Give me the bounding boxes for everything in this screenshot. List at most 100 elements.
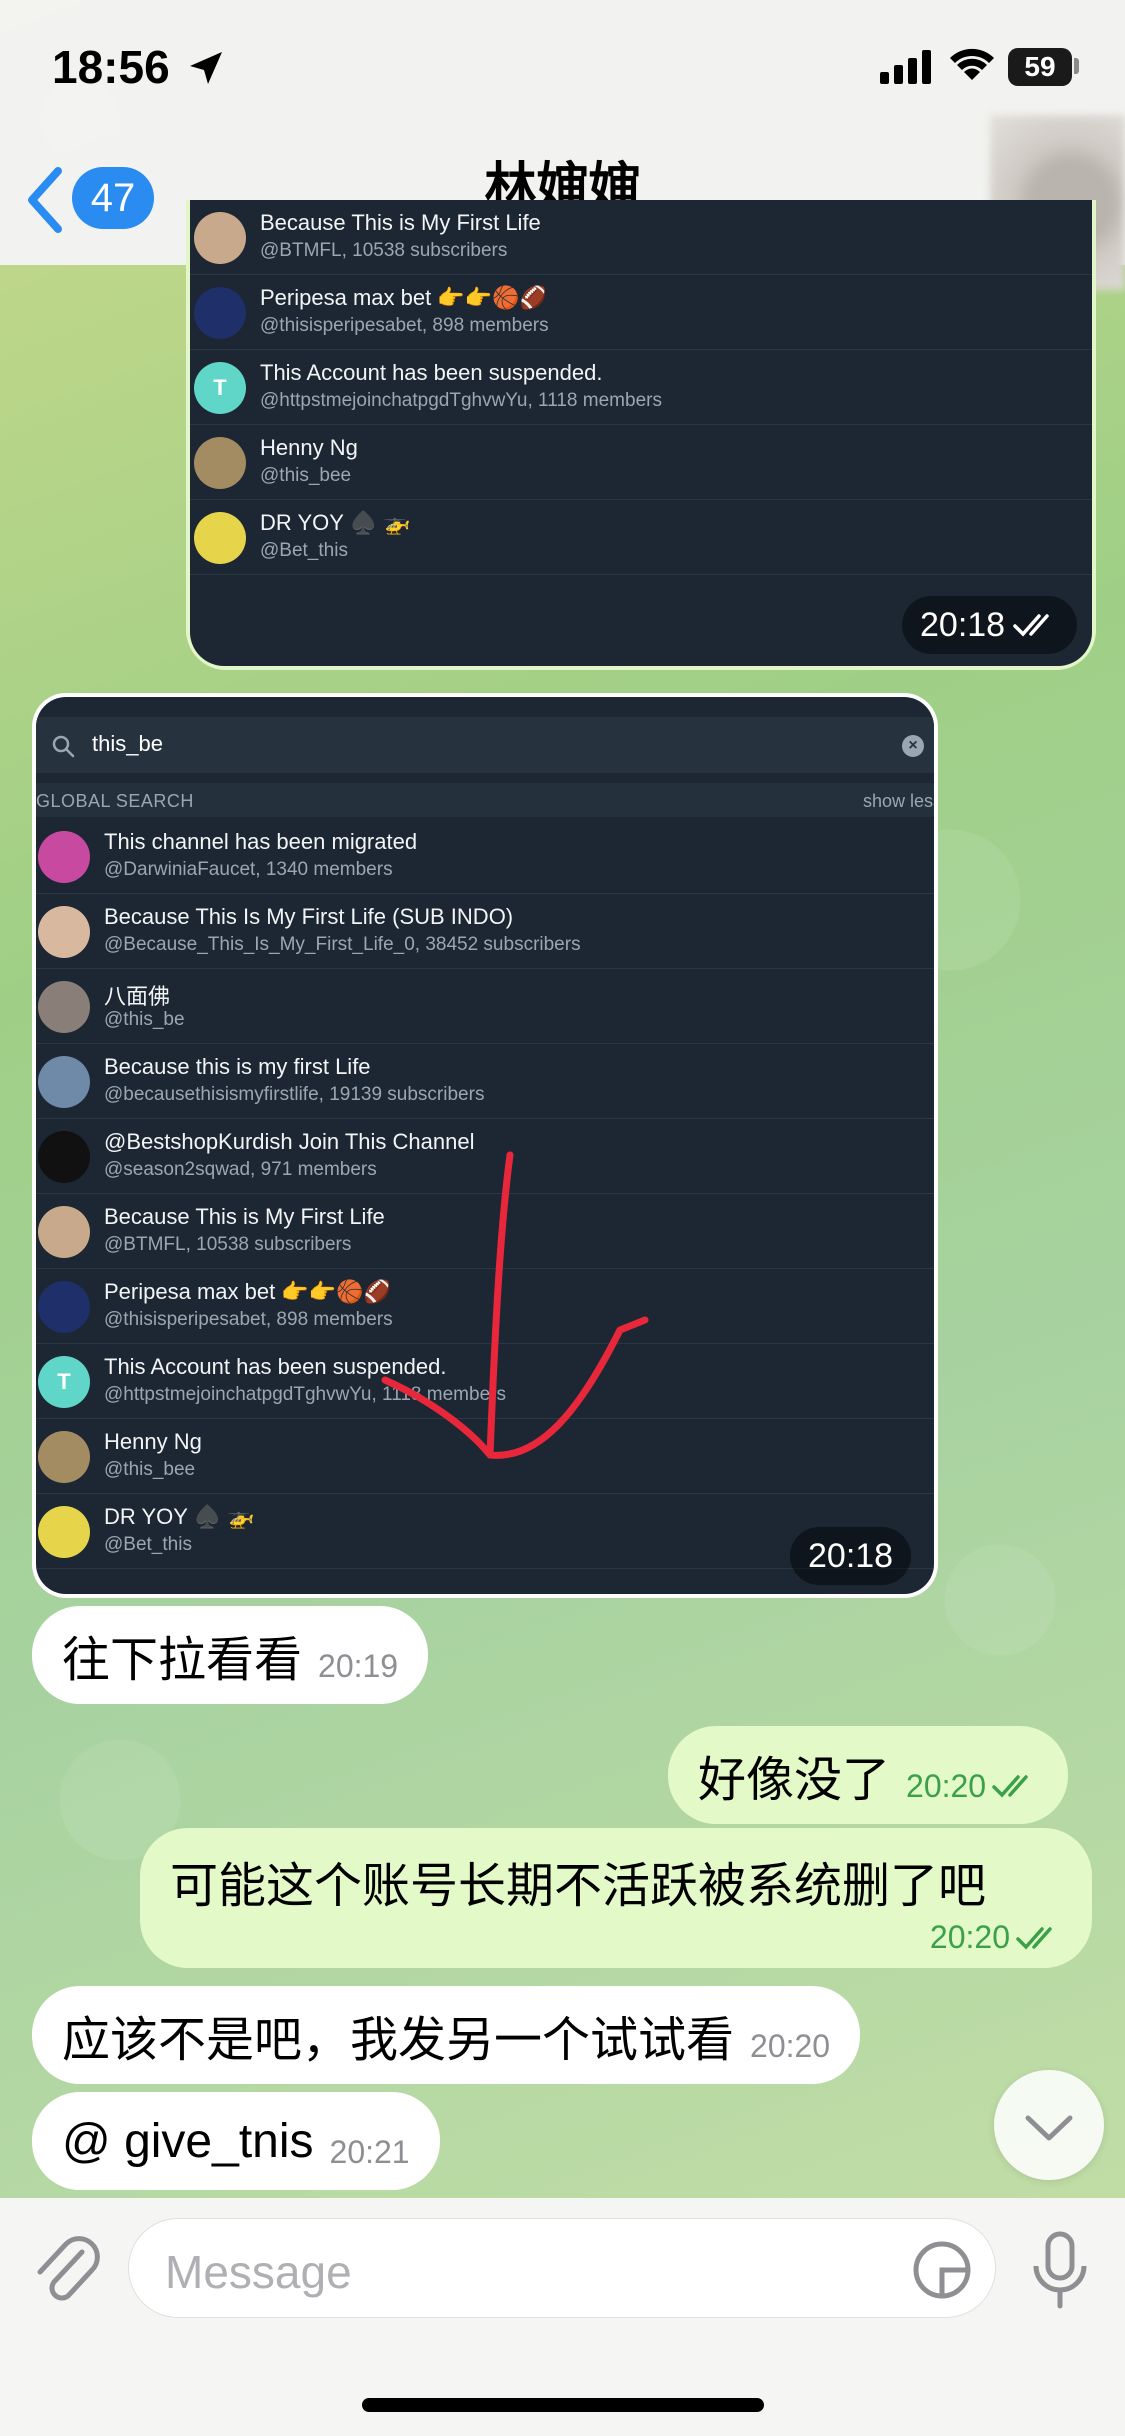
home-indicator — [362, 2398, 764, 2412]
result-name: Henny Ng — [104, 1429, 202, 1454]
show-less-link: show less — [862, 791, 934, 811]
message-bubble-outgoing[interactable]: 可能这个账号长期不活跃被系统删了吧 20:20 — [140, 1828, 1092, 1968]
result-avatar — [194, 512, 246, 564]
result-avatar — [38, 906, 90, 958]
search-result-row: 八面佛 @this_be — [36, 969, 934, 1044]
result-avatar — [38, 831, 90, 883]
search-result-row: Henny Ng @this_bee — [190, 425, 1092, 500]
search-query: this_be — [92, 731, 163, 756]
sticker-icon[interactable] — [911, 2239, 973, 2301]
battery-indicator: 59 — [1008, 48, 1072, 86]
red-annotation-arrow — [381, 1151, 649, 1459]
result-avatar — [38, 981, 90, 1033]
global-search-header: GLOBAL SEARCH show less — [36, 783, 934, 817]
result-name: This channel has been migrated — [104, 829, 418, 854]
message-placeholder: Message — [165, 2246, 352, 2298]
message-status: 20:20 — [930, 1919, 1062, 1956]
result-avatar — [194, 437, 246, 489]
search-bar: this_be × — [36, 717, 934, 773]
status-time: 18:56 — [52, 41, 170, 93]
result-avatar: T — [38, 1356, 90, 1408]
result-name: DR YOY ♠️ 🚁 — [260, 510, 411, 535]
message-time: 20:20 — [929, 1919, 1010, 1955]
result-avatar — [38, 1056, 90, 1108]
message-input[interactable]: Message — [128, 2218, 996, 2318]
read-check-icon — [1016, 1926, 1052, 1950]
result-handle: @BTMFL, 10538 subscribers — [104, 1234, 352, 1255]
result-handle: @Bet_this — [104, 1534, 192, 1555]
message-input-bar: Message — [0, 2198, 1125, 2436]
result-handle: @Because_This_Is_My_First_Life_0, 38452 … — [104, 934, 581, 955]
chevron-down-icon — [1025, 2115, 1073, 2141]
result-name: Henny Ng — [260, 435, 358, 460]
result-handle: @becausethisismyfirstlife, 19139 subscri… — [104, 1084, 485, 1105]
result-name: Peripesa max bet 👉👉🏀🏈 — [260, 285, 547, 310]
result-handle: @this_be — [104, 1009, 185, 1030]
double-check-icon — [1013, 614, 1049, 637]
message-text: 好像没了 — [698, 1754, 891, 1807]
result-handle: @BTMFL, 10538 subscribers — [260, 240, 508, 261]
message-time: 20:18 — [920, 606, 1006, 644]
scroll-to-bottom-button[interactable] — [994, 2070, 1104, 2180]
cellular-signal-icon — [880, 50, 931, 84]
result-handle: @httpstmejoinchatpgdTghvwYu, 1118 member… — [260, 390, 662, 411]
message-time-pill: 20:18 — [902, 596, 1078, 654]
result-name: Peripesa max bet 👉👉🏀🏈 — [104, 1279, 391, 1304]
message-text: 往下拉看看 — [62, 1634, 303, 1687]
message-text: @ give_tnis — [62, 2114, 314, 2168]
result-avatar — [38, 1506, 90, 1558]
read-check-icon — [992, 1775, 1028, 1798]
result-name: 八面佛 — [104, 984, 171, 1009]
result-name: Because This is My First Life — [104, 1204, 385, 1229]
result-avatar: T — [194, 362, 246, 414]
result-handle: @this_bee — [104, 1459, 196, 1480]
result-avatar — [38, 1431, 90, 1483]
message-time: 20:18 — [808, 1537, 894, 1575]
result-handle: @season2sqwad, 971 members — [104, 1159, 377, 1180]
result-name: Because This Is My First Life (SUB INDO) — [104, 904, 514, 929]
result-avatar — [194, 212, 246, 264]
message-time: 20:21 — [329, 2133, 410, 2170]
microphone-icon[interactable] — [1028, 2230, 1092, 2312]
status-bar: 18:56 59 — [0, 0, 1125, 135]
result-avatar — [38, 1206, 90, 1258]
search-result-row: This channel has been migrated @DarwiniaF… — [36, 819, 934, 894]
search-icon — [52, 735, 75, 758]
search-result-row: Because this is my first Life @becausethi… — [36, 1044, 934, 1119]
message-text: 可能这个账号长期不活跃被系统删了吧 — [170, 1860, 987, 1913]
result-name: Because This is My First Life — [260, 210, 541, 235]
image-message-1[interactable]: Because This is My First Life @BTMFL, 105… — [186, 200, 1096, 670]
attach-icon[interactable] — [30, 2230, 100, 2310]
search-result-row: Because This Is My First Life (SUB INDO)… — [36, 894, 934, 969]
result-avatar — [38, 1131, 90, 1183]
search-result-row: DR YOY ♠️ 🚁 @Bet_this — [190, 500, 1092, 575]
search-result-row: Because This is My First Life @BTMFL, 105… — [190, 200, 1092, 275]
message-bubble-incoming[interactable]: 往下拉看看 20:19 — [32, 1606, 429, 1704]
message-time-pill: 20:18 — [790, 1527, 912, 1585]
result-handle: @this_bee — [260, 465, 352, 486]
message-status: 20:20 — [906, 1768, 1038, 1805]
result-avatar — [38, 1281, 90, 1333]
message-bubble-incoming[interactable]: 应该不是吧，我发另一个试试看 20:20 — [32, 1986, 861, 2084]
clear-search-icon: × — [902, 735, 924, 757]
message-bubble-incoming[interactable]: @ give_tnis 20:21 — [32, 2092, 440, 2190]
message-time: 20:19 — [318, 1647, 399, 1684]
battery-tip — [1074, 58, 1079, 74]
result-handle: @Bet_this — [260, 540, 348, 561]
message-text: 应该不是吧，我发另一个试试看 — [62, 2014, 735, 2067]
result-handle: @thisisperipesabet, 898 members — [104, 1309, 393, 1330]
result-name: This Account has been suspended. — [260, 360, 603, 385]
screenshot-image-1: Because This is My First Life @BTMFL, 105… — [190, 200, 1092, 666]
location-arrow-icon — [190, 52, 222, 84]
result-name: Because this is my first Life — [104, 1054, 371, 1079]
message-time: 20:20 — [906, 1767, 987, 1804]
search-result-row: Peripesa max bet 👉👉🏀🏈 @thisisperipesabet,… — [190, 275, 1092, 350]
result-name: DR YOY ♠️ 🚁 — [104, 1504, 255, 1529]
result-handle: @thisisperipesabet, 898 members — [260, 315, 549, 336]
wifi-icon — [950, 48, 994, 80]
message-bubble-outgoing[interactable]: 好像没了 20:20 — [668, 1726, 1069, 1824]
global-search-label: GLOBAL SEARCH — [36, 791, 194, 811]
result-avatar — [194, 287, 246, 339]
result-handle: @DarwiniaFaucet, 1340 members — [104, 859, 393, 880]
message-time: 20:20 — [750, 2027, 831, 2064]
